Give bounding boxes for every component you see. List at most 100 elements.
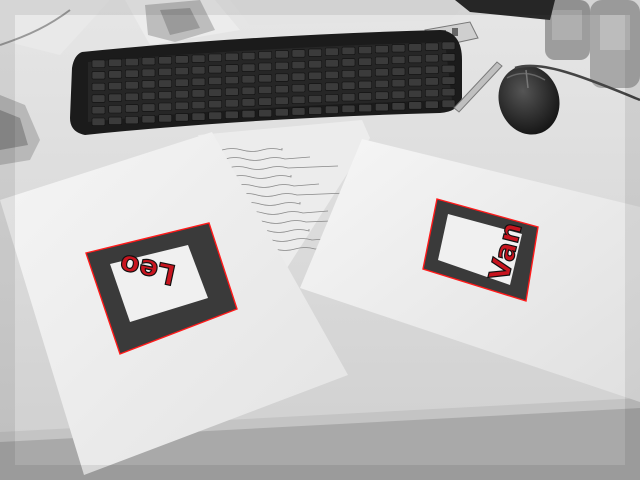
keyboard-key bbox=[125, 81, 139, 90]
keyboard-key bbox=[91, 82, 106, 91]
keyboard-key bbox=[391, 55, 406, 65]
keyboard-key bbox=[291, 72, 306, 81]
keyboard-key bbox=[391, 102, 406, 111]
keyboard-key bbox=[241, 86, 256, 95]
keyboard-key bbox=[324, 82, 339, 91]
keyboard-key bbox=[274, 108, 289, 117]
keyboard-key bbox=[341, 58, 356, 67]
keyboard-key bbox=[424, 77, 439, 86]
keyboard-key bbox=[258, 109, 273, 118]
keyboard-key bbox=[274, 96, 289, 105]
keyboard-key bbox=[225, 76, 239, 85]
ar-marker-scene: Leo Van bbox=[0, 0, 640, 480]
keyboard-key bbox=[291, 49, 306, 58]
keyboard-key bbox=[441, 41, 456, 50]
keyboard-key bbox=[108, 93, 122, 102]
keyboard-key bbox=[408, 101, 423, 110]
keyboard-key bbox=[108, 82, 122, 91]
keyboard-key bbox=[391, 44, 406, 53]
keyboard-key bbox=[241, 75, 256, 84]
keyboard-key bbox=[208, 53, 222, 62]
keyboard-key bbox=[208, 76, 222, 85]
keyboard-key bbox=[125, 104, 139, 113]
keyboard-key bbox=[308, 48, 323, 57]
keyboard-key bbox=[408, 43, 423, 52]
keyboard-key bbox=[225, 110, 239, 119]
keyboard-key bbox=[175, 101, 189, 110]
keyboard-key bbox=[324, 105, 339, 114]
keyboard-key bbox=[274, 50, 289, 59]
keyboard-key bbox=[424, 89, 439, 98]
keyboard-key bbox=[291, 60, 306, 70]
keyboard-key bbox=[91, 71, 106, 80]
keyboard-key bbox=[258, 74, 273, 83]
keyboard-key bbox=[308, 60, 323, 69]
keyboard-key bbox=[441, 99, 456, 108]
keyboard-key bbox=[274, 61, 289, 71]
keyboard-key bbox=[158, 56, 172, 65]
keyboard-key bbox=[291, 84, 306, 93]
keyboard-key bbox=[175, 55, 189, 64]
keyboard-key bbox=[274, 85, 289, 94]
keyboard-key bbox=[108, 116, 122, 125]
keyboard-key bbox=[308, 95, 323, 104]
keyboard-key bbox=[158, 67, 172, 76]
keyboard-key bbox=[258, 51, 273, 60]
keyboard-key bbox=[158, 114, 172, 123]
keyboard-key bbox=[358, 92, 373, 101]
keyboard-key bbox=[191, 89, 206, 98]
keyboard-key bbox=[125, 92, 139, 101]
keyboard-key bbox=[225, 64, 239, 73]
keyboard-key bbox=[141, 68, 156, 77]
keyboard-key bbox=[374, 103, 389, 112]
keyboard-key bbox=[408, 78, 423, 87]
keyboard-key bbox=[324, 47, 339, 56]
keyboard-key bbox=[158, 79, 172, 88]
keyboard-key bbox=[441, 53, 456, 62]
keyboard-key bbox=[358, 104, 373, 113]
keyboard-key bbox=[208, 111, 222, 120]
keyboard-key bbox=[308, 71, 323, 80]
keyboard-key bbox=[125, 57, 139, 67]
keyboard-key bbox=[391, 90, 406, 99]
keyboard-key bbox=[158, 91, 172, 100]
keyboard-key bbox=[191, 112, 206, 121]
keyboard-key bbox=[341, 46, 356, 55]
keyboard-key bbox=[158, 102, 172, 111]
keyboard-key bbox=[241, 110, 256, 119]
keyboard-key bbox=[358, 69, 373, 78]
keyboard-key bbox=[258, 85, 273, 94]
keyboard-key bbox=[91, 59, 106, 68]
keyboard-key bbox=[424, 65, 439, 74]
keyboard-key bbox=[424, 100, 439, 109]
keyboard-key bbox=[424, 54, 439, 63]
keyboard-key bbox=[291, 107, 306, 116]
keyboard-key bbox=[441, 88, 456, 97]
keyboard-key bbox=[324, 70, 339, 79]
keyboard-key bbox=[91, 117, 106, 126]
keyboard-key bbox=[141, 115, 156, 124]
keyboard-key bbox=[191, 54, 206, 63]
keyboard-key bbox=[175, 78, 189, 87]
keyboard-key bbox=[141, 80, 156, 89]
keyboard-key bbox=[91, 106, 106, 115]
keyboard-key bbox=[441, 76, 456, 85]
keyboard-key bbox=[225, 99, 239, 108]
keyboard-key bbox=[358, 45, 373, 55]
keyboard-key bbox=[175, 90, 189, 99]
keyboard-key bbox=[108, 105, 122, 114]
keyboard-key bbox=[125, 116, 139, 125]
keyboard-key bbox=[191, 66, 206, 75]
keyboard-key bbox=[391, 67, 406, 76]
keyboard-key bbox=[341, 104, 356, 113]
keyboard-key bbox=[208, 100, 222, 109]
keyboard-key bbox=[374, 45, 389, 54]
keyboard-key bbox=[424, 42, 439, 51]
keyboard-key bbox=[208, 65, 222, 74]
keyboard-key bbox=[241, 63, 256, 72]
keyboard-key bbox=[91, 94, 106, 103]
keyboard-key bbox=[408, 66, 423, 75]
keyboard-key bbox=[175, 113, 189, 122]
keyboard-key bbox=[175, 67, 189, 76]
keyboard-key bbox=[358, 80, 373, 89]
